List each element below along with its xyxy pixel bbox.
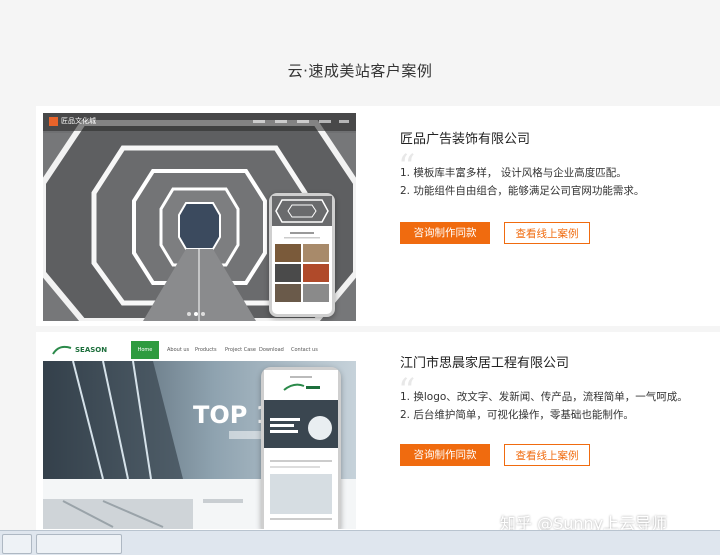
preview-logo-text: SEASON [75,346,108,354]
page: 云·速成美站客户案例 匠品文化城 匠品广告装饰有限公司 “ 1. 模板库丰富多样… [0,0,720,530]
section-title: 云·速成美站客户案例 [287,62,433,80]
case-card: 匠品文化城 匠品广告装饰有限公司 “ 1. 模板库丰富多样， 设计风格与企业高度… [36,106,720,326]
case-preview-image[interactable]: SEASON Home About us Products Project Ca… [43,339,356,529]
watermark: 知乎 @Sunny上云导师 [500,514,668,530]
preview-nav-tab: Project Case [225,347,256,353]
case-point: 1. 换logo、改文字、发新闻、传产品，流程简单，一气呵成。 [400,391,688,403]
preview-nav-bar: SEASON Home About us Products Project Ca… [43,339,356,361]
preview-nav-tab: Contact us [291,347,318,353]
phone-mockup [261,367,341,529]
consult-same-style-button[interactable]: 咨询制作同款 [400,444,490,466]
taskbar-start-button[interactable] [2,534,32,554]
case-point: 2. 后台维护简单，可视化操作，零基础也能制作。 [400,409,634,421]
preview-nav-tab: Home [131,341,159,359]
case-description: 1. 换logo、改文字、发新闻、传产品，流程简单，一气呵成。 2. 后台维护简… [400,388,688,424]
preview-nav-tab: Download [259,347,284,353]
company-name: 匠品广告装饰有限公司 [400,132,531,147]
view-online-case-button[interactable]: 查看线上案例 [504,444,590,466]
preview-nav-bar: 匠品文化城 [43,113,356,131]
carousel-dots[interactable] [184,311,214,317]
phone-mockup [269,193,335,317]
preview-logo-icon [49,117,58,126]
preview-nav-tab: Products [195,347,217,353]
preview-logo-icon [52,345,72,355]
taskbar-window-button[interactable] [36,534,122,554]
company-name: 江门市思晨家居工程有限公司 [400,356,570,371]
case-description: 1. 模板库丰富多样， 设计风格与企业高度匹配。 2. 功能组件自由组合，能够满… [400,164,644,200]
view-online-case-button[interactable]: 查看线上案例 [504,222,590,244]
taskbar [0,530,720,555]
case-point: 1. 模板库丰富多样， 设计风格与企业高度匹配。 [400,167,627,179]
case-preview-image[interactable]: 匠品文化城 [43,113,356,321]
case-point: 2. 功能组件自由组合，能够满足公司官网功能需求。 [400,185,645,197]
preview-nav-tab: About us [167,347,190,353]
consult-same-style-button[interactable]: 咨询制作同款 [400,222,490,244]
preview-logo-text: 匠品文化城 [61,117,96,125]
case-card: SEASON Home About us Products Project Ca… [36,332,720,530]
